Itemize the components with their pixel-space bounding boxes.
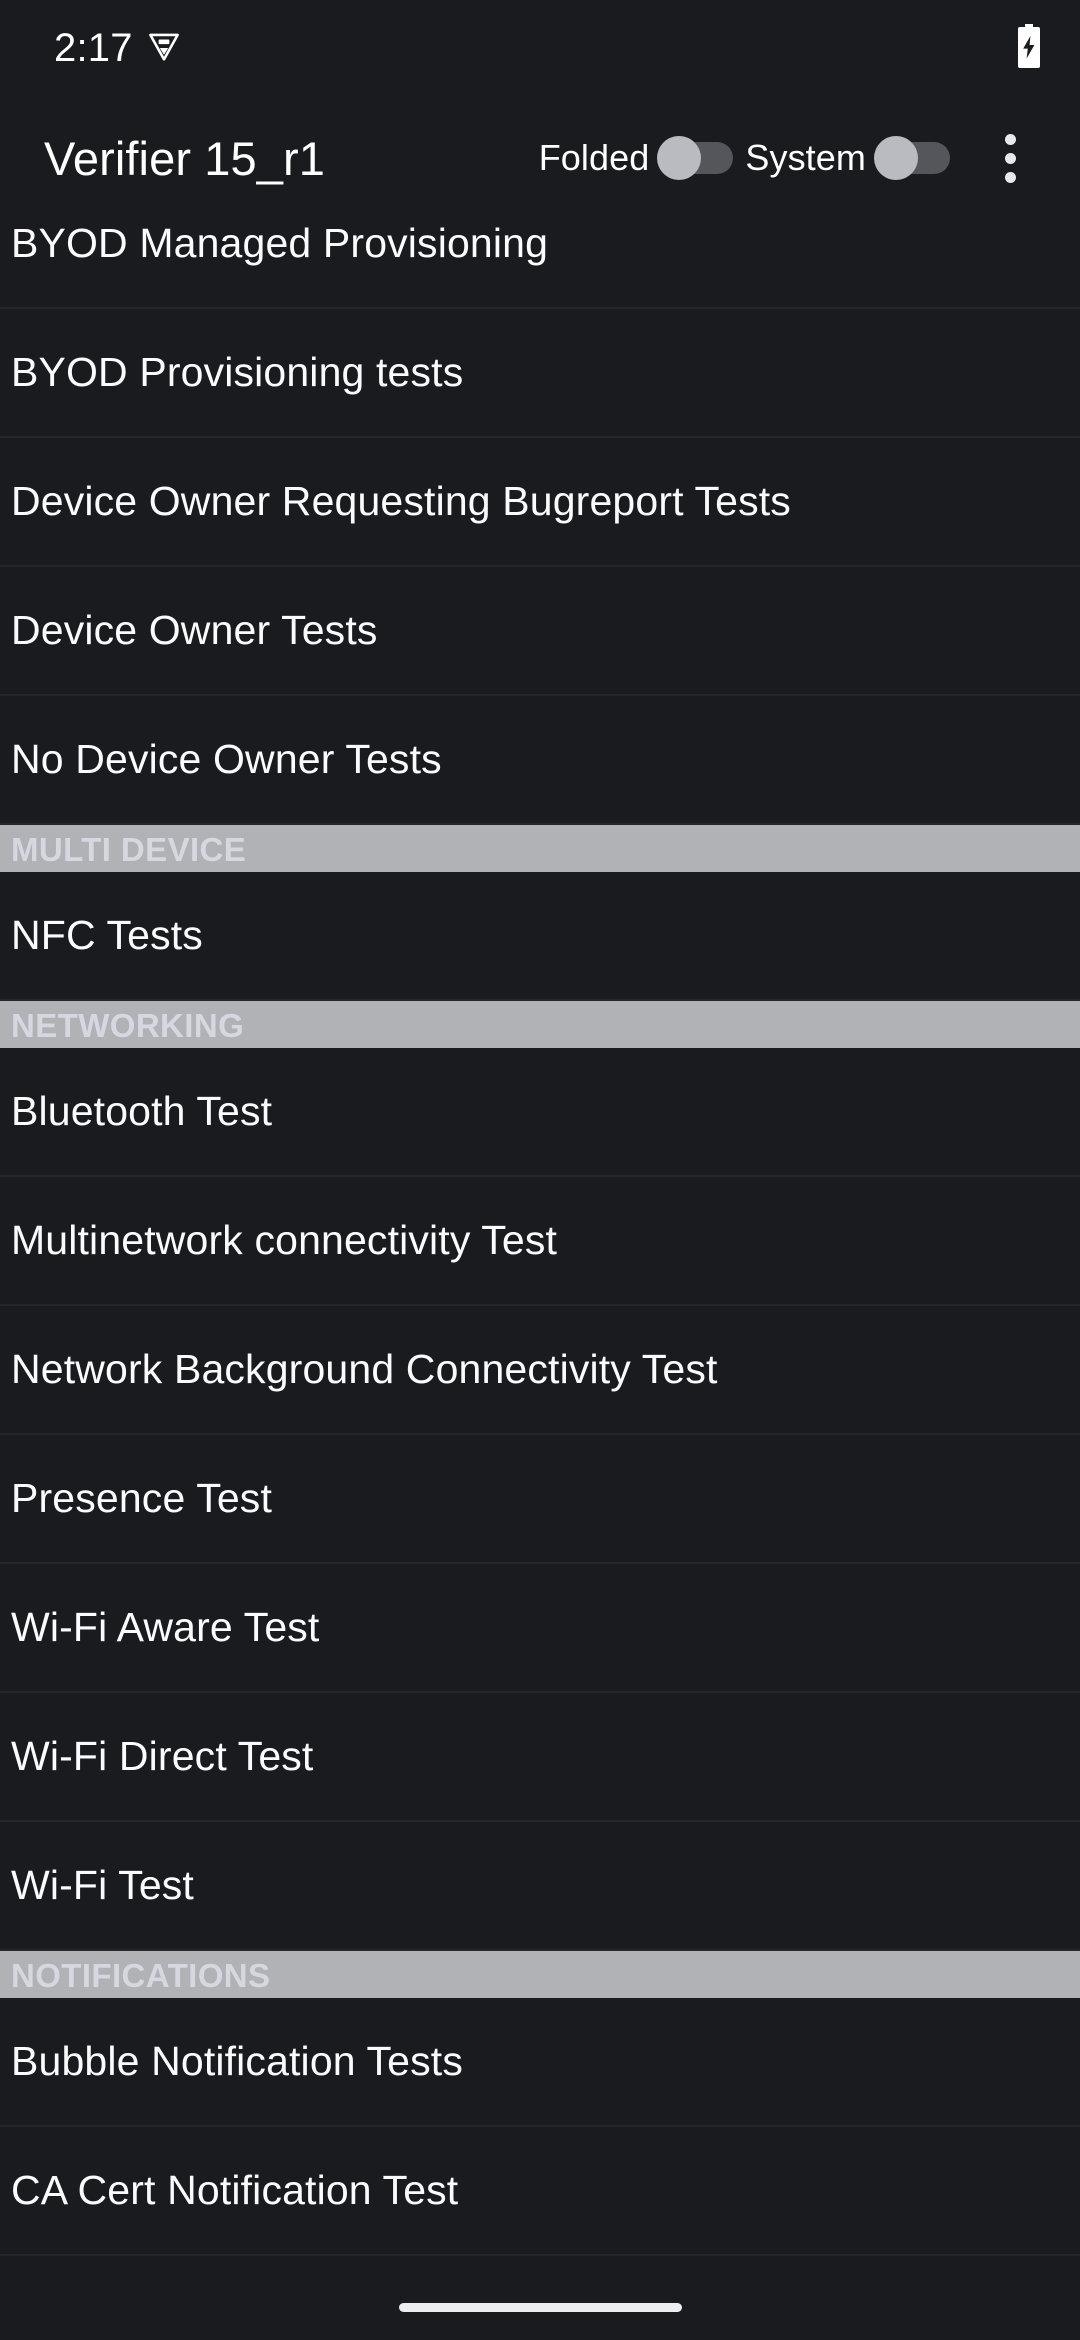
list-item-label: Network Background Connectivity Test: [11, 1346, 718, 1392]
section-header-label: NETWORKING: [11, 1007, 245, 1044]
section-header: NOTIFICATIONS: [0, 1951, 1080, 1998]
list-item-label: Bubble Notification Tests: [11, 2038, 463, 2084]
list-item-label: NFC Tests: [11, 912, 203, 958]
list-item-label: BYOD Managed Provisioning: [11, 220, 549, 266]
page-title: Verifier 15_r1: [44, 131, 325, 185]
list-item[interactable]: NFC Tests: [0, 872, 1080, 1001]
system-switch-group[interactable]: System: [745, 136, 962, 180]
list-item[interactable]: Device Owner Requesting Bugreport Tests: [0, 438, 1080, 567]
list-item[interactable]: Wi-Fi Aware Test: [0, 1564, 1080, 1693]
more-vert-icon[interactable]: [962, 110, 1058, 206]
list-item[interactable]: Wi-Fi Direct Test: [0, 1693, 1080, 1822]
list-item-label: No Device Owner Tests: [11, 736, 442, 782]
folded-switch[interactable]: [657, 136, 734, 180]
list-item[interactable]: BYOD Managed Provisioning: [0, 220, 1080, 309]
list-item[interactable]: BYOD Provisioning tests: [0, 309, 1080, 438]
navigation-bar: [0, 2274, 1080, 2340]
list-item-label: Device Owner Requesting Bugreport Tests: [11, 478, 791, 524]
overflow-dot: [1004, 133, 1016, 145]
overflow-dot: [1004, 152, 1016, 164]
list-item[interactable]: Bubble Notification Tests: [0, 1998, 1080, 2127]
battery-charging-icon: [1014, 23, 1044, 74]
phone-screen: 2:17 Verifier 15_r1 Folded System BYOD M…: [0, 0, 1080, 2340]
debug-triangle-icon: [147, 29, 181, 68]
list-item[interactable]: Presence Test: [0, 1435, 1080, 1564]
list-item[interactable]: Network Background Connectivity Test: [0, 1306, 1080, 1435]
section-header-label: MULTI DEVICE: [11, 831, 247, 868]
status-bar: 2:17: [0, 0, 1080, 96]
list-item[interactable]: Multinetwork connectivity Test: [0, 1177, 1080, 1306]
section-header: MULTI DEVICE: [0, 825, 1080, 872]
section-header: NETWORKING: [0, 1001, 1080, 1048]
folded-switch-group[interactable]: Folded: [538, 136, 746, 180]
list-item-label: Bluetooth Test: [11, 1088, 273, 1134]
list-item[interactable]: Bluetooth Test: [0, 1048, 1080, 1177]
system-switch-thumb[interactable]: [874, 136, 918, 180]
overflow-dot: [1004, 171, 1016, 183]
list-item[interactable]: Device Owner Tests: [0, 567, 1080, 696]
list-item-label: Wi-Fi Direct Test: [11, 1733, 314, 1779]
home-indicator[interactable]: [398, 2302, 682, 2312]
list-item[interactable]: Wi-Fi Test: [0, 1822, 1080, 1951]
list-item-label: Device Owner Tests: [11, 607, 378, 653]
list-item-label: Wi-Fi Test: [11, 1862, 194, 1908]
status-bar-right: [1014, 23, 1044, 74]
list-item-label: BYOD Provisioning tests: [11, 349, 464, 395]
system-switch[interactable]: [874, 136, 950, 180]
list-item-label: Wi-Fi Aware Test: [11, 1604, 320, 1650]
test-list[interactable]: BYOD Managed Provisioning BYOD Provisioni…: [0, 220, 1080, 2274]
list-item-label: CA Cert Notification Test: [11, 2167, 459, 2213]
list-item[interactable]: CA Cert Notification Test: [0, 2127, 1080, 2256]
folded-switch-label: Folded: [538, 137, 650, 178]
list-item-label: Presence Test: [11, 1475, 273, 1521]
section-header-label: NOTIFICATIONS: [11, 1957, 271, 1994]
list-item[interactable]: No Device Owner Tests: [0, 696, 1080, 825]
app-bar-actions: Folded System: [539, 110, 1058, 206]
app-bar: Verifier 15_r1 Folded System: [0, 96, 1080, 220]
test-list-content: BYOD Managed Provisioning BYOD Provisioni…: [0, 220, 1080, 2256]
status-bar-left: 2:17: [54, 28, 181, 68]
status-bar-clock: 2:17: [54, 26, 133, 70]
list-item-label: Multinetwork connectivity Test: [11, 1217, 558, 1263]
system-switch-label: System: [745, 137, 866, 178]
